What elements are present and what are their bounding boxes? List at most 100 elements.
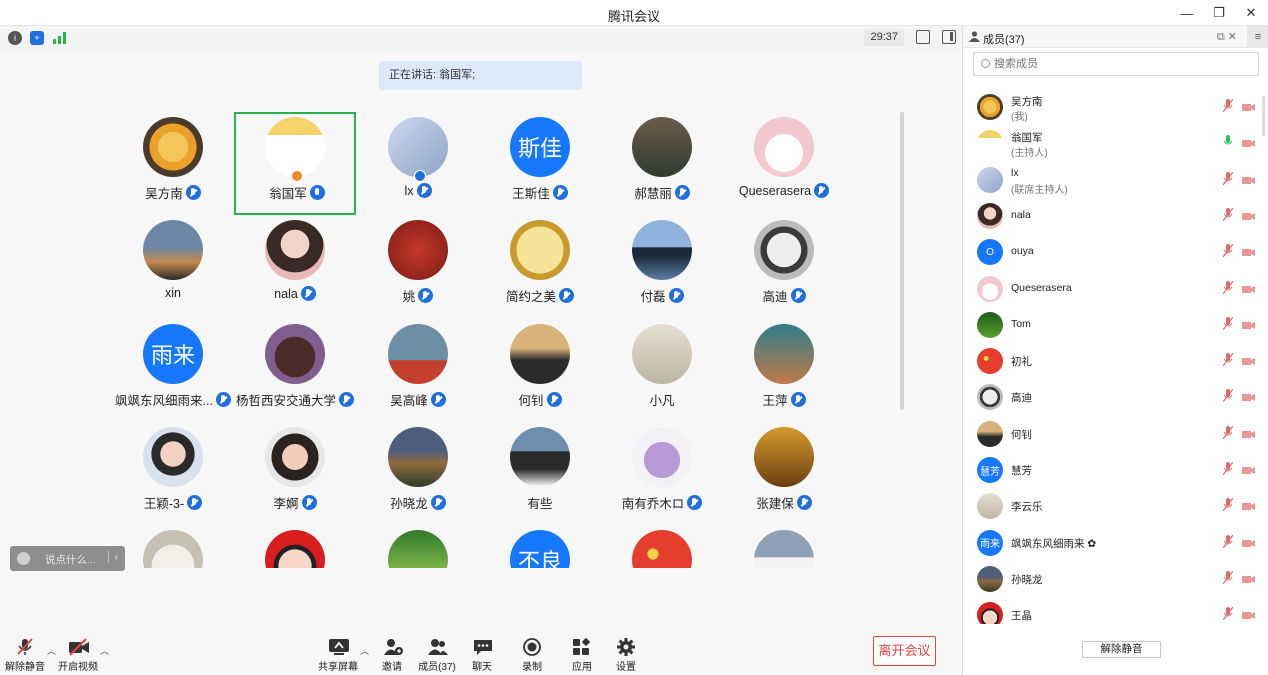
camera-off-icon[interactable] — [1242, 464, 1255, 474]
camera-off-icon[interactable] — [1242, 573, 1255, 583]
mic-muted-icon[interactable] — [1222, 534, 1234, 548]
participant-tile[interactable]: 姚 — [357, 215, 479, 318]
quick-chat-input[interactable]: 说点什么... ‹ — [10, 546, 125, 571]
member-row[interactable]: nala — [963, 197, 1268, 233]
chat-button[interactable]: 聊天 — [457, 638, 507, 674]
member-row[interactable]: 孙晓龙 — [963, 560, 1268, 596]
participant-tile[interactable]: 付磊 — [601, 215, 723, 318]
emoji-icon[interactable] — [17, 552, 30, 565]
mic-muted-icon[interactable] — [1222, 497, 1234, 512]
participant-tile[interactable]: 张建保 — [723, 422, 840, 525]
mic-muted-icon[interactable] — [1222, 352, 1234, 367]
mic-muted-icon[interactable] — [1222, 461, 1234, 476]
invite-button[interactable]: 邀请 — [367, 638, 417, 674]
collapse-chat-icon[interactable]: ‹ — [107, 551, 118, 563]
member-row[interactable]: 王晶 — [963, 596, 1268, 624]
participant-tile[interactable]: 南有乔木ロ — [601, 422, 723, 525]
mic-muted-icon[interactable] — [1222, 171, 1234, 185]
participant-tile[interactable]: 王萍 — [723, 319, 840, 422]
mic-muted-icon[interactable] — [1222, 243, 1234, 258]
apps-button[interactable]: 应用 — [557, 638, 607, 674]
member-row[interactable]: Oouya — [963, 233, 1268, 269]
panel-menu-icon[interactable]: ≡ — [1247, 26, 1268, 48]
mic-muted-icon[interactable] — [1222, 606, 1234, 621]
start-video-button[interactable]: 开启视频 — [53, 638, 103, 674]
participant-tile[interactable]: 吴高峰 — [357, 319, 479, 422]
toggle-panel-icon[interactable] — [942, 30, 956, 44]
member-search-input[interactable] — [994, 56, 1244, 72]
unmute-button[interactable]: 解除静音 — [0, 638, 50, 674]
restore-icon[interactable]: ❐ — [1210, 4, 1228, 22]
camera-off-icon[interactable] — [1242, 609, 1255, 620]
member-row[interactable]: 李云乐 — [963, 487, 1268, 523]
member-row[interactable]: 高迪 — [963, 378, 1268, 414]
participant-tile[interactable]: lx — [357, 112, 479, 215]
participant-tile[interactable]: 翁国军 — [234, 112, 356, 215]
video-options-chevron-icon[interactable]: ︿ — [100, 644, 109, 657]
participant-tile[interactable] — [601, 525, 723, 568]
participant-tile[interactable]: 吴方南 — [112, 112, 234, 215]
share-screen-button[interactable]: 共享屏幕 — [313, 638, 363, 674]
participant-tile[interactable]: 有些 — [479, 422, 601, 525]
mic-muted-icon[interactable] — [1222, 280, 1234, 294]
camera-off-icon[interactable] — [1242, 137, 1255, 148]
minimize-icon[interactable]: — — [1178, 4, 1196, 22]
member-search[interactable] — [973, 52, 1259, 76]
participant-tile[interactable] — [357, 525, 479, 568]
mic-muted-icon[interactable] — [1222, 389, 1234, 403]
unmute-all-button[interactable]: 解除静音 — [1082, 641, 1161, 658]
participant-tile[interactable]: 李婀 — [234, 422, 356, 525]
fullscreen-icon[interactable] — [916, 30, 930, 44]
participant-tile[interactable]: 郝慧丽 — [601, 112, 723, 215]
participant-tile[interactable]: 高迪 — [723, 215, 840, 318]
mic-muted-icon[interactable] — [1222, 316, 1234, 331]
camera-off-icon[interactable] — [1242, 210, 1255, 220]
participant-tile[interactable]: nala — [234, 215, 356, 318]
participant-tile[interactable]: 不良 — [479, 525, 601, 568]
settings-button[interactable]: 设置 — [601, 638, 651, 674]
member-row[interactable]: lx (联席主持人) — [963, 161, 1268, 197]
participant-tile[interactable]: 何钊 — [479, 319, 601, 422]
participant-tile[interactable]: 杨哲西安交通大学 — [234, 319, 356, 422]
signal-icon[interactable] — [53, 32, 67, 44]
camera-off-icon[interactable] — [1242, 319, 1255, 329]
panel-popout-close-icons[interactable]: ⧉ ✕ — [1217, 30, 1237, 44]
participant-tile[interactable] — [234, 525, 356, 568]
mic-muted-icon[interactable] — [1222, 570, 1234, 585]
grid-scrollbar[interactable] — [900, 112, 904, 410]
member-row[interactable]: 翁国军 (主持人) — [963, 124, 1268, 160]
mic-muted-icon[interactable] — [1222, 98, 1234, 113]
camera-off-icon[interactable] — [1242, 101, 1255, 111]
participant-tile[interactable] — [112, 525, 234, 568]
leave-meeting-button[interactable]: 离开会议 — [873, 636, 936, 666]
security-shield-icon[interactable]: + — [30, 31, 44, 45]
participant-tile[interactable]: 王颖-3- — [112, 422, 234, 525]
camera-off-icon[interactable] — [1242, 355, 1255, 366]
participant-tile[interactable]: 孙晓龙 — [357, 422, 479, 525]
info-icon[interactable]: i — [8, 31, 22, 45]
camera-off-icon[interactable] — [1242, 537, 1255, 547]
camera-off-icon[interactable] — [1242, 174, 1255, 184]
member-row[interactable]: 初礼 — [963, 342, 1268, 378]
record-button[interactable]: 录制 — [507, 638, 557, 674]
camera-off-icon[interactable] — [1242, 500, 1255, 511]
participant-tile[interactable]: 简约之美 — [479, 215, 601, 318]
camera-off-icon[interactable] — [1242, 283, 1255, 293]
close-icon[interactable]: ✕ — [1242, 4, 1260, 22]
camera-off-icon[interactable] — [1242, 246, 1255, 257]
member-row[interactable]: Tom — [963, 306, 1268, 342]
member-row[interactable]: 吴方南 (我) — [963, 88, 1268, 124]
member-row[interactable]: 雨来 飒飒东风细雨来 ✿ — [963, 524, 1268, 560]
participant-tile[interactable]: 斯佳 王斯佳 — [479, 112, 601, 215]
camera-off-icon[interactable] — [1242, 428, 1255, 438]
participant-tile[interactable]: 雨来 飒飒东风细雨来... — [112, 319, 234, 422]
member-row[interactable]: Queserasera — [963, 270, 1268, 306]
mic-muted-icon[interactable] — [1222, 207, 1234, 222]
participant-tile[interactable] — [723, 525, 840, 568]
participant-tile[interactable]: xin — [112, 215, 234, 318]
participant-tile[interactable]: Queserasera — [723, 112, 840, 215]
member-row[interactable]: 何钊 — [963, 415, 1268, 451]
members-button[interactable]: 成员(37) — [412, 638, 462, 674]
mic-muted-icon[interactable] — [1222, 425, 1234, 440]
member-row[interactable]: 慧芳 慧芳 — [963, 451, 1268, 487]
